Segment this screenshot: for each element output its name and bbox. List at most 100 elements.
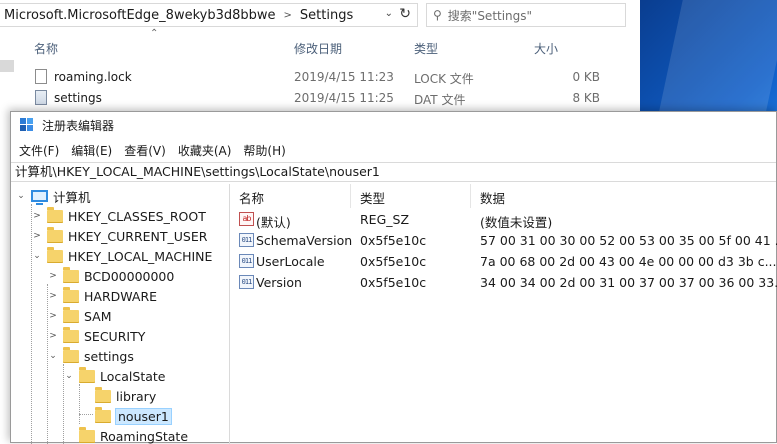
column-name[interactable]: 名称 xyxy=(239,188,264,207)
chevron-right-icon[interactable]: > xyxy=(31,231,43,241)
tree-node-label: SECURITY xyxy=(84,328,146,344)
breadcrumb-package[interactable]: Microsoft.MicrosoftEdge_8wekyb3d8bbwe xyxy=(0,8,280,23)
menu-edit[interactable]: 编辑(E) xyxy=(65,142,118,159)
folder-icon xyxy=(63,266,79,283)
value-data: 7a 00 68 00 2d 00 43 00 4e 00 00 00 d3 3… xyxy=(480,254,777,269)
column-date[interactable]: 修改日期 xyxy=(294,40,342,57)
value-data: (数值未设置) xyxy=(480,215,553,230)
folder-icon xyxy=(63,286,79,303)
value-type: 0x5f5e10c xyxy=(360,233,427,248)
chevron-right-icon[interactable]: > xyxy=(47,331,59,341)
value-type: REG_SZ xyxy=(360,212,410,227)
tree-node-library[interactable]: library xyxy=(79,386,156,406)
tree-node-bcd[interactable]: > BCD00000000 xyxy=(47,266,174,286)
chevron-right-icon[interactable]: > xyxy=(47,271,59,281)
menu-view[interactable]: 查看(V) xyxy=(118,142,172,159)
breadcrumb-settings[interactable]: Settings xyxy=(296,8,357,23)
tree-node-localstate[interactable]: ⌄ LocalState xyxy=(63,366,166,386)
address-row: Microsoft.MicrosoftEdge_8wekyb3d8bbwe > … xyxy=(0,0,640,32)
computer-icon xyxy=(31,190,48,205)
menu-help[interactable]: 帮助(H) xyxy=(237,142,291,159)
column-divider[interactable] xyxy=(350,184,351,208)
tree-node-label: library xyxy=(116,388,157,404)
folder-icon xyxy=(47,206,63,223)
string-value-icon: ab xyxy=(239,212,254,226)
chevron-down-icon[interactable]: ⌄ xyxy=(385,8,393,19)
tree-node-hkcr[interactable]: > HKEY_CLASSES_ROOT xyxy=(31,206,206,226)
tree-node-label: settings xyxy=(84,348,134,364)
tree-node-label: LocalState xyxy=(100,368,166,384)
file-date: 2019/4/15 11:25 xyxy=(294,91,394,105)
chevron-down-icon[interactable]: ⌄ xyxy=(31,251,43,261)
tree-node-label: nouser1 xyxy=(115,407,172,425)
folder-icon xyxy=(63,346,79,363)
tree-node-label: BCD00000000 xyxy=(84,268,175,284)
tree-node-security[interactable]: > SECURITY xyxy=(47,326,145,346)
chevron-right-icon[interactable]: > xyxy=(280,10,296,21)
chevron-right-icon[interactable]: > xyxy=(31,211,43,221)
registry-values-list: 名称 类型 数据 ab (默认) REG_SZ (数值未设置) 011 Sche… xyxy=(230,184,777,444)
column-type[interactable]: 类型 xyxy=(360,188,385,207)
tree-node-hklm[interactable]: ⌄ HKEY_LOCAL_MACHINE xyxy=(31,246,212,266)
file-name: roaming.lock xyxy=(54,70,132,84)
file-type: LOCK 文件 xyxy=(414,72,474,86)
column-divider[interactable] xyxy=(470,184,471,208)
folder-icon xyxy=(47,246,63,263)
tree-node-label: HKEY_LOCAL_MACHINE xyxy=(68,248,213,264)
folder-icon xyxy=(79,426,95,443)
value-row[interactable]: 011 UserLocale 0x5f5e10c 7a 00 68 00 2d … xyxy=(230,251,777,272)
registry-editor-icon xyxy=(20,118,34,132)
value-type: 0x5f5e10c xyxy=(360,254,427,269)
column-name[interactable]: 名称 xyxy=(34,40,58,57)
chevron-down-icon[interactable]: ⌄ xyxy=(15,191,27,201)
file-list-header: 名称 修改日期 类型 大小 xyxy=(0,35,640,59)
tree-node-hkcu[interactable]: > HKEY_CURRENT_USER xyxy=(31,226,207,246)
title-bar[interactable]: 注册表编辑器 xyxy=(11,112,776,138)
search-input[interactable]: ⚲ 搜索"Settings" xyxy=(426,3,626,27)
registry-path-bar[interactable]: 计算机\HKEY_LOCAL_MACHINE\settings\LocalSta… xyxy=(11,162,776,182)
desktop-light-beam xyxy=(657,0,777,120)
column-data[interactable]: 数据 xyxy=(480,188,505,207)
binary-value-icon: 011 xyxy=(239,233,254,247)
menu-favorites[interactable]: 收藏夹(A) xyxy=(172,142,238,159)
file-row[interactable]: settings 2019/4/15 11:25 DAT 文件 8 KB xyxy=(0,87,610,109)
tree-node-computer[interactable]: ⌄ 计算机 xyxy=(15,186,91,206)
tree-node-hardware[interactable]: > HARDWARE xyxy=(47,286,157,306)
chevron-down-icon[interactable]: ⌄ xyxy=(47,351,59,361)
chevron-right-icon[interactable]: > xyxy=(47,291,59,301)
file-row[interactable]: roaming.lock 2019/4/15 11:23 LOCK 文件 0 K… xyxy=(0,66,610,88)
value-name: SchemaVersion xyxy=(256,233,353,248)
tree-node-roamingstate[interactable]: RoamingState xyxy=(63,426,188,444)
file-explorer-window: Microsoft.MicrosoftEdge_8wekyb3d8bbwe > … xyxy=(0,0,640,112)
file-name: settings xyxy=(54,91,102,105)
folder-open-icon xyxy=(95,406,111,423)
folder-icon xyxy=(95,386,111,403)
file-icon xyxy=(35,69,47,84)
value-row[interactable]: 011 Version 0x5f5e10c 34 00 34 00 2d 00 … xyxy=(230,272,777,293)
registry-tree: ⌄ 计算机 > HKEY_CLASSES_ROOT > HKEY_CURRENT… xyxy=(11,184,230,444)
column-type[interactable]: 类型 xyxy=(414,40,438,57)
search-placeholder: 搜索"Settings" xyxy=(447,8,533,23)
value-row[interactable]: ab (默认) REG_SZ (数值未设置) xyxy=(230,209,776,230)
tree-node-sam[interactable]: > SAM xyxy=(47,306,112,326)
search-icon: ⚲ xyxy=(433,8,442,22)
tree-node-nouser1[interactable]: nouser1 xyxy=(79,406,172,426)
menu-file[interactable]: 文件(F) xyxy=(11,142,65,159)
refresh-icon[interactable]: ↻ xyxy=(399,6,411,22)
value-name: Version xyxy=(256,275,302,290)
folder-icon xyxy=(63,306,79,323)
tree-node-label: HARDWARE xyxy=(84,288,158,304)
window-title: 注册表编辑器 xyxy=(42,118,115,133)
tree-node-label: SAM xyxy=(84,308,112,324)
file-date: 2019/4/15 11:23 xyxy=(294,70,394,84)
column-size[interactable]: 大小 xyxy=(534,40,558,57)
chevron-right-icon[interactable]: > xyxy=(47,311,59,321)
value-row[interactable]: 011 SchemaVersion 0x5f5e10c 57 00 31 00 … xyxy=(230,230,777,251)
file-type: DAT 文件 xyxy=(414,93,466,107)
tree-node-label: HKEY_CLASSES_ROOT xyxy=(68,208,206,224)
binary-value-icon: 011 xyxy=(239,254,254,268)
tree-node-settings[interactable]: ⌄ settings xyxy=(47,346,134,366)
value-data: 34 00 34 00 2d 00 31 00 37 00 37 00 36 0… xyxy=(480,275,777,290)
address-bar[interactable]: Microsoft.MicrosoftEdge_8wekyb3d8bbwe > … xyxy=(0,3,418,27)
chevron-down-icon[interactable]: ⌄ xyxy=(63,371,75,381)
